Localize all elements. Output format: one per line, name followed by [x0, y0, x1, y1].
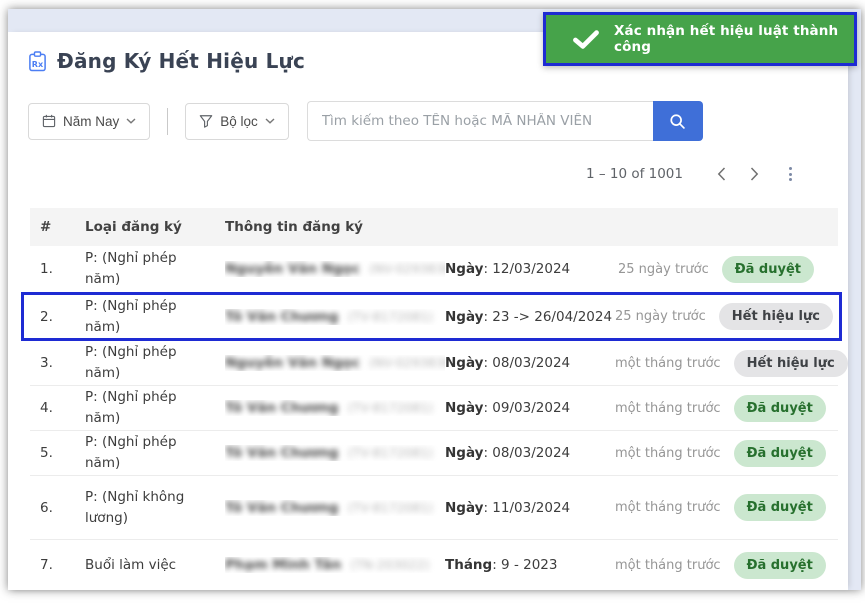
- row-date: Tháng: 9 - 2023: [445, 557, 615, 573]
- pagination: 1 – 10 of 1001: [8, 160, 848, 188]
- table-row[interactable]: 6. P: (Nghỉ không lương) Tô Văn Chương (…: [30, 476, 838, 540]
- table-row-highlighted[interactable]: 2. P: (Nghỉ phép năm) Tô Văn Chương (TV-…: [30, 293, 838, 341]
- row-date: Ngày: 08/03/2024: [445, 355, 615, 371]
- page-title: Đăng Ký Hết Hiệu Lực: [57, 49, 305, 73]
- status-badge: Đã duyệt: [734, 395, 826, 422]
- row-time-ago: 25 ngày trước: [615, 309, 719, 324]
- search-button[interactable]: [653, 101, 703, 141]
- col-header-type: Loại đăng ký: [85, 219, 225, 235]
- filter-button-label: Bộ lọc: [220, 114, 258, 129]
- toolbar-divider: [167, 108, 168, 135]
- row-type: P: (Nghỉ phép năm): [85, 296, 225, 338]
- row-employee-redacted: Tô Văn Chương (TV-8172081): [225, 500, 445, 516]
- row-time-ago: một tháng trước: [615, 356, 734, 371]
- search-input[interactable]: [307, 101, 653, 141]
- row-type: P: (Nghỉ phép năm): [85, 248, 225, 290]
- row-date: Ngày: 23 -> 26/04/2024: [445, 309, 615, 325]
- row-date: Ngày: 09/03/2024: [445, 400, 615, 416]
- row-employee-redacted: Phạm Minh Tân (TN-203022): [225, 557, 445, 573]
- page-viewport: Rx Đăng Ký Hết Hiệu Lực Năm Nay: [8, 9, 861, 590]
- row-employee-redacted: Tô Văn Chương (TV-8172081): [225, 445, 445, 461]
- row-date: Ngày: 12/03/2024: [445, 261, 615, 277]
- row-type: P: (Nghỉ phép năm): [85, 432, 225, 474]
- row-index: 1.: [40, 261, 85, 277]
- row-date: Ngày: 08/03/2024: [445, 445, 615, 461]
- registrations-table: # Loại đăng ký Thông tin đăng ký 1. P: (…: [30, 208, 838, 590]
- rx-clipboard-icon: Rx: [28, 51, 47, 72]
- table-row[interactable]: 4. P: (Nghỉ phép năm) Tô Văn Chương (TV-…: [30, 386, 838, 431]
- row-employee-redacted: Nguyễn Văn Ngọc (NV-02938382): [225, 261, 445, 277]
- row-employee-redacted: Tô Văn Chương (TV-8172081): [225, 400, 445, 416]
- date-range-filter-button[interactable]: Năm Nay: [28, 103, 150, 140]
- row-employee-redacted: Tô Văn Chương (TV-8172081): [225, 309, 445, 325]
- status-badge: Đã duyệt: [734, 552, 826, 579]
- status-badge: Đã duyệt: [734, 494, 826, 521]
- table-row[interactable]: 3. P: (Nghỉ phép năm) Nguyễn Văn Ngọc (N…: [30, 341, 838, 386]
- row-date: Ngày: 11/03/2024: [445, 500, 615, 516]
- table-row[interactable]: 7. Buổi làm việc Phạm Minh Tân (TN-20302…: [30, 540, 838, 590]
- row-index: 4.: [40, 400, 85, 416]
- next-page-button[interactable]: [738, 163, 771, 185]
- col-header-info: Thông tin đăng ký: [225, 219, 445, 235]
- row-index: 7.: [40, 557, 85, 573]
- search-icon: [669, 113, 686, 130]
- status-badge: Hết hiệu lực: [719, 303, 833, 330]
- chevron-down-icon: [265, 118, 275, 124]
- filter-button[interactable]: Bộ lọc: [185, 103, 289, 140]
- checkmark-icon: [573, 30, 599, 49]
- toolbar: Năm Nay Bộ lọc: [8, 101, 848, 141]
- funnel-icon: [199, 114, 213, 128]
- chevron-down-icon: [126, 118, 136, 124]
- table-row[interactable]: 5. P: (Nghỉ phép năm) Tô Văn Chương (TV-…: [30, 431, 838, 476]
- screenshot-stage: Rx Đăng Ký Hết Hiệu Lực Năm Nay: [0, 0, 865, 603]
- status-badge: Đã duyệt: [734, 440, 826, 467]
- table-header-row: # Loại đăng ký Thông tin đăng ký: [30, 208, 838, 246]
- row-time-ago: một tháng trước: [615, 446, 734, 461]
- pagination-menu-icon[interactable]: [779, 163, 802, 185]
- toast-message: Xác nhận hết hiệu luật thành công: [614, 23, 854, 55]
- row-time-ago: một tháng trước: [615, 500, 734, 515]
- row-type: P: (Nghỉ phép năm): [85, 387, 225, 429]
- calendar-icon: [42, 114, 56, 128]
- table-row[interactable]: 1. P: (Nghỉ phép năm) Nguyễn Văn Ngọc (N…: [30, 246, 838, 293]
- row-time-ago: 25 ngày trước: [615, 262, 722, 277]
- row-index: 2.: [40, 309, 85, 325]
- row-type: Buổi làm việc: [85, 555, 225, 576]
- success-toast: Xác nhận hết hiệu luật thành công: [543, 12, 857, 66]
- content-card: Rx Đăng Ký Hết Hiệu Lực Năm Nay: [8, 32, 848, 590]
- row-index: 5.: [40, 445, 85, 461]
- col-header-index: #: [40, 219, 85, 235]
- search-group: [307, 101, 703, 141]
- status-badge: Đã duyệt: [722, 256, 814, 283]
- row-time-ago: một tháng trước: [615, 558, 734, 573]
- row-index: 3.: [40, 355, 85, 371]
- date-range-filter-label: Năm Nay: [63, 114, 119, 129]
- status-badge: Hết hiệu lực: [734, 350, 848, 377]
- row-time-ago: một tháng trước: [615, 401, 734, 416]
- row-index: 6.: [40, 500, 85, 516]
- row-type: P: (Nghỉ không lương): [85, 487, 225, 529]
- svg-text:Rx: Rx: [32, 59, 44, 68]
- row-employee-redacted: Nguyễn Văn Ngọc (NV-02938382): [225, 355, 445, 371]
- row-type: P: (Nghỉ phép năm): [85, 342, 225, 384]
- pagination-range-text: 1 – 10 of 1001: [586, 166, 683, 182]
- previous-page-button[interactable]: [705, 163, 738, 185]
